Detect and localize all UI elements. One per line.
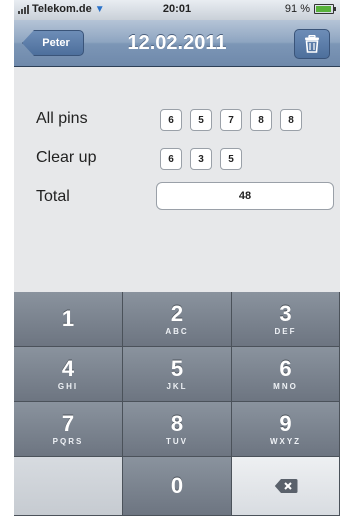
key-letters: WXYZ (269, 436, 302, 446)
clear-up-box[interactable]: 3 (190, 148, 212, 170)
key-blank (14, 457, 123, 516)
key-number: 5 (170, 355, 184, 381)
all-pins-label: All pins (36, 110, 88, 127)
all-pins-box[interactable]: 7 (220, 109, 242, 131)
key-number: 6 (279, 355, 292, 381)
back-button[interactable]: Peter (22, 30, 84, 56)
battery-icon (314, 4, 336, 14)
battery-fill (316, 6, 331, 12)
key-number: 7 (61, 410, 75, 436)
key-number: 9 (279, 410, 292, 436)
key-4[interactable]: 4 GHI (14, 347, 123, 402)
all-pins-box[interactable]: 5 (190, 109, 212, 131)
key-6[interactable]: 6 MNO (232, 347, 340, 402)
key-letters: GHI (57, 381, 79, 391)
key-2[interactable]: 2 ABC (123, 292, 232, 347)
key-number: 8 (170, 410, 184, 436)
clear-up-box[interactable]: 5 (220, 148, 242, 170)
battery-percent: 91 % (284, 3, 310, 15)
all-pins-box[interactable]: 6 (160, 109, 182, 131)
key-number: 3 (279, 300, 292, 326)
key-1[interactable]: 1 (14, 292, 123, 347)
key-letters: ABC (165, 326, 189, 336)
pin-entry-panel: All pins 6 5 7 8 8 Clear up 6 3 5 Total … (14, 67, 340, 292)
key-7[interactable]: 7 PQRS (14, 402, 123, 457)
key-3[interactable]: 3 DEF (232, 292, 340, 347)
total-field: 48 (156, 182, 334, 210)
phone-screen: Telekom.de ▼ 20:01 91 % Peter 12.02.2011… (14, 0, 340, 516)
key-letters: PQRS (52, 436, 84, 446)
key-number: 4 (61, 355, 75, 381)
clear-up-label: Clear up (36, 149, 97, 166)
key-9[interactable]: 9 WXYZ (232, 402, 340, 457)
backspace-key[interactable] (232, 457, 340, 516)
trash-icon (305, 35, 319, 53)
back-button-label: Peter (42, 37, 70, 49)
clear-up-box[interactable]: 6 (160, 148, 182, 170)
status-bar: Telekom.de ▼ 20:01 91 % (14, 0, 340, 20)
battery-group: 91 % (284, 3, 336, 15)
delete-button[interactable] (294, 29, 330, 59)
total-label: Total (36, 188, 70, 205)
key-number: 1 (61, 306, 75, 331)
key-number: 2 (170, 300, 184, 326)
all-pins-box[interactable]: 8 (280, 109, 302, 131)
backspace-icon (274, 479, 297, 493)
key-5[interactable]: 5 JKL (123, 347, 232, 402)
key-8[interactable]: 8 TUV (123, 402, 232, 457)
key-0[interactable]: 0 (123, 457, 232, 516)
all-pins-box[interactable]: 8 (250, 109, 272, 131)
page-title: 12.02.2011 (127, 32, 227, 54)
key-number: 0 (170, 473, 184, 498)
key-letters: DEF (274, 326, 297, 336)
key-letters: MNO (273, 381, 298, 391)
numeric-keypad: 1 2 ABC 3 DEF 4 GHI 5 JKL 6 MNO 7 PQRS 8… (14, 292, 340, 516)
navigation-bar: Peter 12.02.2011 (14, 20, 340, 67)
key-letters: JKL (166, 381, 188, 391)
key-letters: TUV (166, 436, 188, 446)
